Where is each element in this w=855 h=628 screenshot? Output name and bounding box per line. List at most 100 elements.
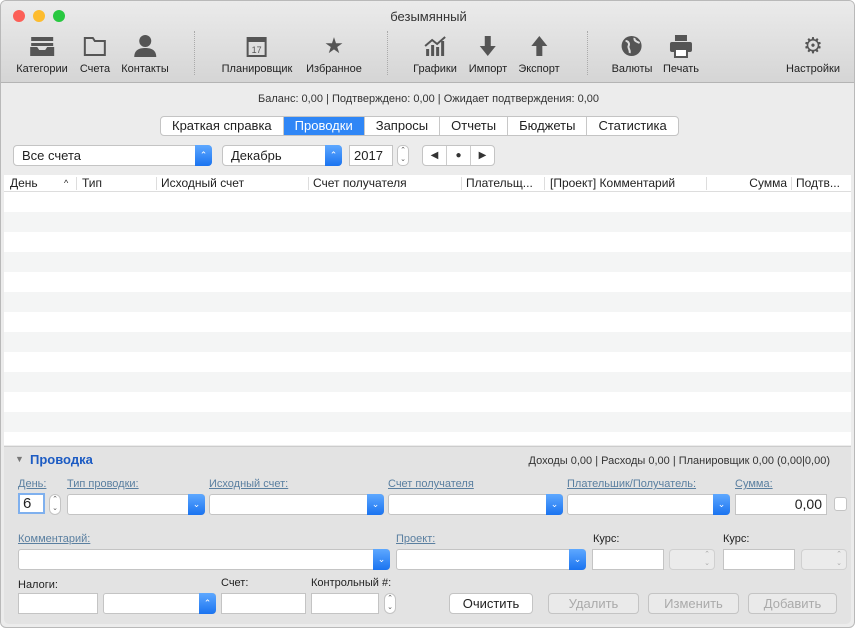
toolbar-charts[interactable]: Графики xyxy=(413,33,457,75)
printer-icon xyxy=(663,33,699,59)
comment-combo[interactable]: ⌄ xyxy=(18,549,390,570)
tab-queries[interactable]: Запросы xyxy=(365,117,441,135)
toolbar-print[interactable]: Печать xyxy=(663,33,699,75)
rate1-label: Курс: xyxy=(593,533,620,545)
toolbar-currencies[interactable]: Валюты xyxy=(612,33,652,75)
svg-text:17: 17 xyxy=(252,45,262,55)
toolbar-settings[interactable]: ⚙ Настройки xyxy=(786,33,840,75)
delete-button[interactable]: Удалить xyxy=(548,593,639,614)
control-number-field[interactable] xyxy=(311,593,379,614)
day-field[interactable]: 6 xyxy=(18,493,45,514)
transactions-table: День ^ Тип Исходный счет Счет получателя… xyxy=(4,175,851,445)
control-label: Контрольный #: xyxy=(311,577,392,589)
tab-budgets[interactable]: Бюджеты xyxy=(508,117,588,135)
updown-chevron-icon: ⌃ xyxy=(195,145,212,166)
app-window: безымянный Категории Счета Контакты 17 Пл… xyxy=(0,0,855,628)
chevron-down-icon: ⌄ xyxy=(367,494,384,515)
toolbar-export[interactable]: Экспорт xyxy=(518,33,560,75)
col-day[interactable]: День xyxy=(10,176,38,190)
toolbar-categories[interactable]: Категории xyxy=(16,33,68,75)
toolbar-separator xyxy=(587,31,588,75)
balance-summary: Баланс: 0,00 | Подтверждено: 0,00 | Ожид… xyxy=(258,93,599,105)
star-icon: ★ xyxy=(324,33,344,58)
dest-label[interactable]: Счет получателя xyxy=(388,478,474,490)
project-combo[interactable]: ⌄ xyxy=(396,549,586,570)
comment-label[interactable]: Комментарий: xyxy=(18,533,90,545)
chart-icon xyxy=(413,33,457,59)
taxes-label: Налоги: xyxy=(18,579,58,591)
account-label: Счет: xyxy=(221,577,249,589)
col-dest-account[interactable]: Счет получателя xyxy=(313,176,407,190)
toolbar-accounts[interactable]: Счета xyxy=(80,33,110,75)
col-confirmed[interactable]: Подтв... xyxy=(796,176,840,190)
table-body xyxy=(4,192,851,452)
payee-combo[interactable]: ⌄ xyxy=(567,494,730,515)
month-select[interactable]: Декабрь ⌃ xyxy=(222,145,342,166)
amount-field[interactable]: 0,00 xyxy=(735,494,827,515)
updown-chevron-icon: ⌃ xyxy=(199,593,216,614)
previous-icon[interactable]: ◀ xyxy=(423,146,447,165)
col-payee[interactable]: Плательщ... xyxy=(466,176,533,190)
year-stepper[interactable]: ⌃ ⌄ xyxy=(397,145,409,166)
taxes-field[interactable] xyxy=(18,593,98,614)
period-nav: ◀ ● ▶ xyxy=(422,145,495,166)
window-title: безымянный xyxy=(390,9,467,24)
tab-summary[interactable]: Краткая справка xyxy=(161,117,284,135)
col-comment[interactable]: [Проект] Комментарий xyxy=(550,176,675,190)
add-button[interactable]: Добавить xyxy=(748,593,837,614)
type-combo[interactable]: ⌄ xyxy=(67,494,205,515)
next-icon[interactable]: ▶ xyxy=(471,146,494,165)
edit-button[interactable]: Изменить xyxy=(648,593,739,614)
updown-chevron-icon: ⌃ xyxy=(325,145,342,166)
panel-summary: Доходы 0,00 | Расходы 0,00 | Планировщик… xyxy=(528,455,830,467)
control-number-stepper[interactable]: ⌃ ⌄ xyxy=(384,593,396,614)
arrow-down-icon xyxy=(469,33,507,59)
tab-transactions[interactable]: Проводки xyxy=(283,117,365,135)
payee-label[interactable]: Плательшик/Получатель: xyxy=(567,478,696,490)
toolbar-scheduler[interactable]: 17 Планировщик xyxy=(222,33,293,75)
project-label[interactable]: Проект: xyxy=(396,533,435,545)
source-account-combo[interactable]: ⌄ xyxy=(209,494,384,515)
person-icon xyxy=(121,33,169,59)
calendar-icon: 17 xyxy=(222,33,293,59)
type-label[interactable]: Тип проводки: xyxy=(67,478,139,490)
clear-button[interactable]: Очистить xyxy=(449,593,533,614)
col-amount[interactable]: Сумма xyxy=(749,176,787,190)
rate2-field[interactable] xyxy=(723,549,795,570)
disclosure-triangle-icon[interactable]: ▼ xyxy=(15,454,24,464)
rate2-stepper[interactable]: ⌃ ⌄ xyxy=(801,549,847,570)
day-label[interactable]: День: xyxy=(18,478,46,490)
taxes-select[interactable]: ⌃ xyxy=(103,593,216,614)
gear-icon: ⚙ xyxy=(803,33,823,58)
arrow-up-icon xyxy=(518,33,559,59)
tab-bar: Краткая справка Проводки Запросы Отчеты … xyxy=(160,116,679,136)
account-field[interactable] xyxy=(221,593,306,614)
dest-account-combo[interactable]: ⌄ xyxy=(388,494,563,515)
amount-label[interactable]: Сумма: xyxy=(735,478,773,490)
col-source-account[interactable]: Исходный счет xyxy=(161,176,244,190)
rate1-stepper[interactable]: ⌃ ⌄ xyxy=(669,549,715,570)
year-field[interactable]: 2017 xyxy=(349,145,393,166)
toolbar-favorites[interactable]: ★ Избранное xyxy=(306,33,362,75)
chevron-down-icon: ⌄ xyxy=(713,494,730,515)
col-type[interactable]: Тип xyxy=(82,176,102,190)
toolbar-separator xyxy=(194,31,195,75)
tab-statistics[interactable]: Статистика xyxy=(587,117,677,135)
table-header: День ^ Тип Исходный счет Счет получателя… xyxy=(4,175,851,192)
tab-reports[interactable]: Отчеты xyxy=(440,117,509,135)
folder-icon xyxy=(80,33,110,59)
confirmed-checkbox[interactable] xyxy=(834,497,847,511)
inbox-tray-icon xyxy=(16,33,68,59)
toolbar-separator xyxy=(387,31,388,75)
panel-title: Проводка xyxy=(30,452,93,467)
toolbar-import[interactable]: Импорт xyxy=(469,33,507,75)
source-label[interactable]: Исходный счет: xyxy=(209,478,288,490)
current-period-icon[interactable]: ● xyxy=(447,146,471,165)
chevron-down-icon: ⌄ xyxy=(188,494,205,515)
rate2-label: Курс: xyxy=(723,533,750,545)
day-stepper[interactable]: ⌃ ⌄ xyxy=(49,494,61,515)
rate1-field[interactable] xyxy=(592,549,664,570)
toolbar-contacts[interactable]: Контакты xyxy=(121,33,169,75)
sort-ascending-icon: ^ xyxy=(64,178,69,188)
account-filter-select[interactable]: Все счета ⌃ xyxy=(13,145,212,166)
